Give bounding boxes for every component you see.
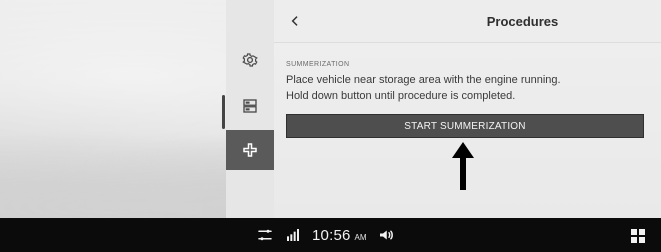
clock: 10:56 AM bbox=[312, 218, 367, 252]
sidebar-selection-indicator bbox=[222, 95, 225, 129]
clock-time: 10:56 bbox=[312, 226, 351, 244]
plus-icon bbox=[241, 141, 259, 159]
clock-ampm: AM bbox=[354, 232, 367, 242]
sidebar-item-procedures[interactable] bbox=[226, 130, 274, 170]
gear-icon bbox=[241, 51, 259, 69]
panel-header: Procedures bbox=[274, 0, 661, 43]
settings-sliders-icon[interactable] bbox=[256, 218, 274, 252]
start-summerization-button[interactable]: START SUMMERIZATION bbox=[286, 114, 644, 138]
bottom-status-bar: 10:56 AM bbox=[0, 218, 661, 252]
volume-icon[interactable] bbox=[377, 218, 395, 252]
page-title: Procedures bbox=[486, 14, 559, 29]
left-sidebar bbox=[222, 0, 275, 218]
sidebar-item-settings[interactable] bbox=[226, 40, 274, 80]
instruction-line-1: Place vehicle near storage area with the… bbox=[286, 74, 561, 86]
status-group: 10:56 AM bbox=[256, 218, 395, 252]
instruction-line-2: Hold down button until procedure is comp… bbox=[286, 90, 516, 102]
section-label: SUMMERIZATION bbox=[286, 61, 350, 68]
signal-icon bbox=[284, 218, 302, 252]
annotation-arrow bbox=[450, 140, 476, 192]
sidebar-item-storage[interactable] bbox=[226, 86, 274, 126]
grid-icon[interactable] bbox=[631, 228, 645, 243]
storage-icon bbox=[241, 97, 259, 115]
